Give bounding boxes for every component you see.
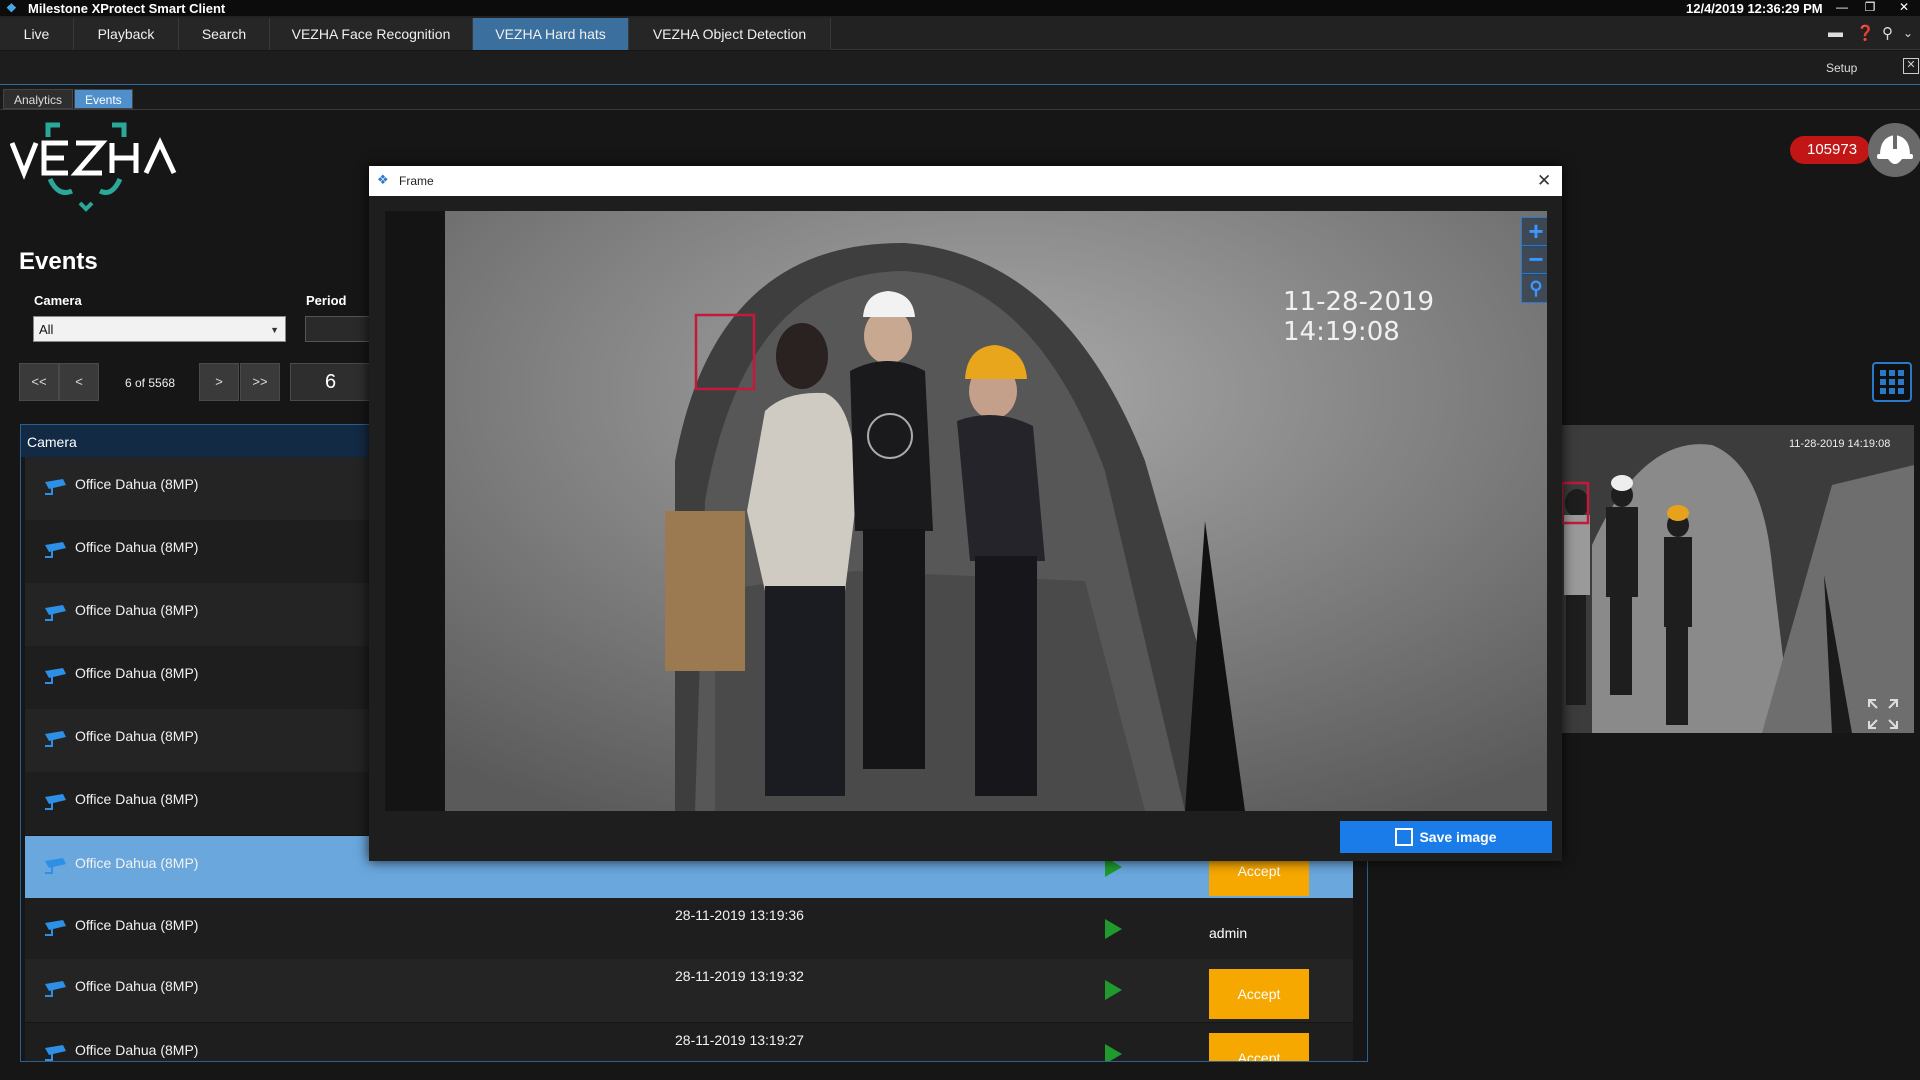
close-icon[interactable]: ✕	[1890, 0, 1918, 16]
event-thumbnail[interactable]	[1562, 425, 1914, 733]
period-label: Period	[306, 293, 347, 308]
play-icon[interactable]	[1105, 919, 1122, 939]
page-number-input[interactable]: 6	[290, 363, 370, 401]
connection-icon[interactable]: ▬	[1828, 24, 1843, 41]
camera-name: Office Dahua (8MP)	[75, 602, 199, 618]
tab-playback[interactable]: Playback	[74, 18, 179, 50]
frame-image[interactable]: 11-28-2019 14:19:08 + − ⚲	[385, 211, 1547, 811]
camera-name: Office Dahua (8MP)	[75, 665, 199, 681]
milestone-icon: ❖	[377, 172, 389, 187]
camera-icon	[43, 856, 69, 876]
page-info: 6 of 5568	[125, 376, 176, 390]
table-row[interactable]: Office Dahua (8MP) 28-11-2019 13:19:36 adm…	[25, 898, 1353, 961]
dialog-title: Frame	[399, 174, 434, 188]
tab-object-detection[interactable]: VEZHA Object Detection	[629, 18, 831, 50]
accept-button[interactable]: Accept	[1209, 1033, 1309, 1061]
camera-name: Office Dahua (8MP)	[75, 917, 199, 933]
event-time: 28-11-2019 13:19:32	[675, 968, 804, 984]
camera-select-value: All	[39, 322, 54, 337]
next-page-button[interactable]: >	[199, 363, 239, 401]
camera-icon	[43, 729, 69, 749]
event-time: 28-11-2019 13:19:36	[675, 907, 804, 923]
save-image-button[interactable]: Save image	[1340, 821, 1552, 853]
tab-search[interactable]: Search	[179, 18, 270, 50]
save-disk-icon	[1395, 828, 1414, 846]
minimize-icon[interactable]: —	[1828, 0, 1856, 16]
save-image-label: Save image	[1419, 829, 1497, 845]
app-icon: ❖	[6, 1, 17, 15]
setup-bar: Setup ✕	[0, 51, 1920, 85]
camera-icon	[43, 603, 69, 623]
fullscreen-icon[interactable]: ✕	[1903, 58, 1919, 74]
camera-name: Office Dahua (8MP)	[75, 539, 199, 555]
tab-hard-hats[interactable]: VEZHA Hard hats	[473, 18, 629, 50]
frame-dialog: ❖ Frame ✕ 11-28-2019 14:19:08 + − ⚲ Save…	[369, 166, 1562, 861]
tab-live[interactable]: Live	[0, 18, 74, 50]
tab-face-recognition[interactable]: VEZHA Face Recognition	[270, 18, 473, 50]
thumbnail-timestamp: 11-28-2019 14:19:08	[1789, 438, 1891, 450]
first-page-button[interactable]: <<	[19, 363, 59, 401]
main-tab-bar: Live Playback Search VEZHA Face Recognit…	[0, 16, 1920, 50]
camera-select[interactable]: All ▼	[33, 316, 286, 342]
tab-analytics[interactable]: Analytics	[3, 89, 74, 109]
table-row[interactable]: Office Dahua (8MP) 28-11-2019 13:19:32 Acc…	[25, 959, 1353, 1022]
vezha-logo	[9, 119, 190, 219]
accept-button[interactable]: Accept	[1209, 969, 1309, 1019]
app-title: Milestone XProtect Smart Client	[28, 1, 226, 16]
restore-icon[interactable]: ❐	[1856, 0, 1884, 16]
period-input[interactable]	[305, 316, 370, 342]
hard-hat-icon[interactable]	[1868, 123, 1920, 177]
grid-view-icon[interactable]	[1872, 362, 1912, 402]
camera-name: Office Dahua (8MP)	[75, 855, 199, 871]
camera-icon	[43, 540, 69, 560]
event-time: 28-11-2019 13:19:27	[675, 1032, 804, 1048]
zoom-in-icon[interactable]: +	[1521, 217, 1547, 247]
camera-name: Office Dahua (8MP)	[75, 978, 199, 994]
accepted-by-user: admin	[1209, 925, 1248, 941]
expand-icon[interactable]	[1866, 697, 1900, 731]
camera-label: Camera	[34, 293, 82, 308]
camera-icon	[43, 1043, 69, 1061]
title-bar: ❖ Milestone XProtect Smart Client 12/4/2…	[0, 0, 1920, 16]
zoom-fit-icon[interactable]: ⚲	[1521, 273, 1547, 303]
zoom-out-icon[interactable]: −	[1521, 245, 1547, 275]
dialog-close-icon[interactable]: ✕	[1537, 171, 1551, 191]
camera-icon	[43, 792, 69, 812]
frame-timestamp: 11-28-2019 14:19:08	[1283, 287, 1435, 347]
setup-button[interactable]: Setup	[1826, 61, 1857, 75]
alert-count-badge: 105973	[1790, 136, 1870, 164]
camera-icon	[43, 979, 69, 999]
clock-datetime: 12/4/2019 12:36:29 PM	[1686, 1, 1823, 16]
dropdown-arrow-icon: ▼	[270, 325, 279, 335]
camera-icon	[43, 918, 69, 938]
play-icon[interactable]	[1105, 1044, 1122, 1061]
chevron-down-icon[interactable]: ⌄	[1903, 26, 1913, 40]
camera-name: Office Dahua (8MP)	[75, 1042, 199, 1058]
camera-name: Office Dahua (8MP)	[75, 728, 199, 744]
camera-name: Office Dahua (8MP)	[75, 476, 199, 492]
camera-icon	[43, 477, 69, 497]
sub-tab-bar: Analytics Events	[0, 86, 1920, 110]
camera-icon	[43, 666, 69, 686]
help-icon[interactable]: ❓	[1856, 24, 1875, 42]
table-row[interactable]: Office Dahua (8MP) 28-11-2019 13:19:27 Acc…	[25, 1023, 1353, 1061]
tab-events[interactable]: Events	[74, 89, 133, 109]
play-icon[interactable]	[1105, 980, 1122, 1000]
last-page-button[interactable]: >>	[240, 363, 280, 401]
pin-icon[interactable]: ⚲	[1882, 24, 1893, 42]
camera-name: Office Dahua (8MP)	[75, 791, 199, 807]
prev-page-button[interactable]: <	[59, 363, 99, 401]
dialog-header: ❖ Frame ✕	[369, 166, 1562, 196]
column-header-camera: Camera	[27, 434, 77, 450]
page-title: Events	[19, 248, 98, 275]
